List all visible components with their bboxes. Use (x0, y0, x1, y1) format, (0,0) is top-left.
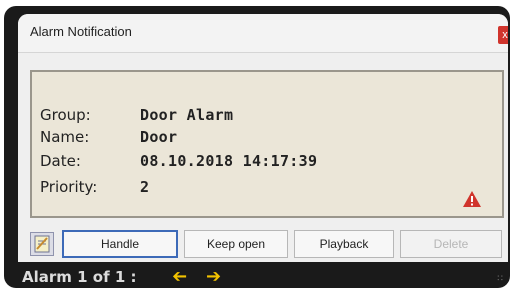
close-icon[interactable]: x (498, 26, 508, 44)
detail-label: Name: (40, 128, 90, 146)
detail-value: 2 (140, 178, 150, 196)
detail-label: Date: (40, 152, 81, 170)
arrow-left-icon[interactable]: ➔ (172, 266, 187, 287)
title-bar: Alarm Notification x (18, 14, 508, 53)
resize-grip-icon[interactable]: ∷ (497, 274, 503, 284)
alarm-notification-dialog: Alarm Notification x Group: Door Alarm Na… (18, 14, 508, 262)
detail-row-group: Group: Door Alarm (40, 106, 233, 124)
keep-open-button[interactable]: Keep open (184, 230, 288, 258)
detail-value: 08.10.2018 14:17:39 (140, 152, 318, 170)
window-title: Alarm Notification (30, 24, 132, 39)
alarm-counter: Alarm 1 of 1 : (22, 268, 137, 286)
warning-icon (463, 191, 481, 207)
alarm-details-panel: Group: Door Alarm Name: Door Date: 08.10.20… (30, 70, 504, 218)
detail-label: Group: (40, 106, 91, 124)
detail-row-date: Date: 08.10.2018 14:17:39 (40, 152, 317, 170)
handle-button[interactable]: Handle (62, 230, 178, 258)
action-buttons: Handle Keep open Playback Delete (30, 230, 508, 258)
note-icon[interactable] (30, 232, 54, 256)
detail-row-priority: Priority: 2 (40, 178, 149, 196)
detail-label: Priority: (40, 178, 98, 196)
detail-row-name: Name: Door (40, 128, 177, 146)
delete-button: Delete (400, 230, 502, 258)
playback-button[interactable]: Playback (294, 230, 394, 258)
detail-value: Door Alarm (140, 106, 234, 124)
detail-value: Door (140, 128, 178, 146)
arrow-right-icon[interactable]: ➔ (206, 266, 221, 287)
